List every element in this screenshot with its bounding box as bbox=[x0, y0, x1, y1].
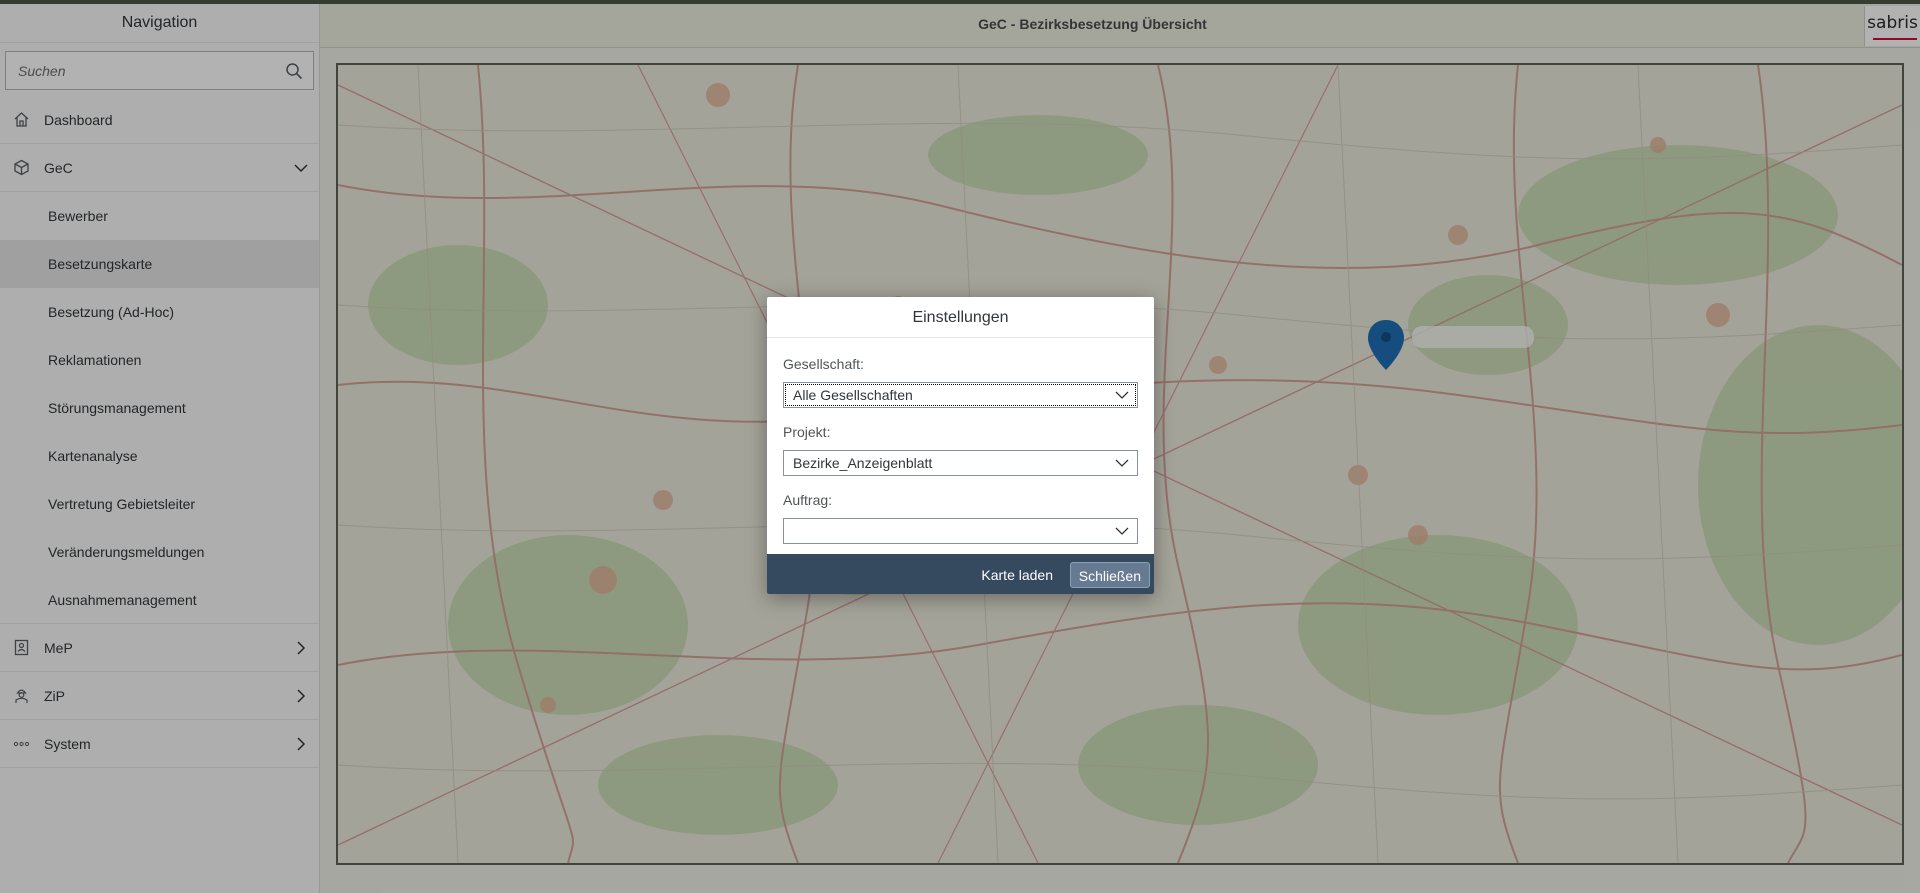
gesellschaft-label: Gesellschaft: bbox=[783, 356, 864, 372]
close-button[interactable]: Schließen bbox=[1069, 562, 1150, 588]
projekt-label: Projekt: bbox=[783, 424, 831, 440]
projekt-select[interactable]: Bezirke_Anzeigenblatt bbox=[783, 450, 1138, 476]
auftrag-label: Auftrag: bbox=[783, 492, 833, 508]
load-map-button[interactable]: Karte laden bbox=[975, 562, 1059, 588]
auftrag-select[interactable] bbox=[783, 518, 1138, 544]
chevron-down-icon[interactable] bbox=[1115, 525, 1129, 537]
settings-dialog: Einstellungen Gesellschaft: Alle Gesells… bbox=[767, 297, 1154, 594]
gesellschaft-select[interactable]: Alle Gesellschaften bbox=[783, 382, 1138, 408]
chevron-down-icon[interactable] bbox=[1115, 389, 1129, 401]
dialog-footer: Karte laden Schließen bbox=[767, 554, 1154, 594]
dialog-body: Gesellschaft: Alle Gesellschaften Projek… bbox=[767, 338, 1154, 544]
projekt-value: Bezirke_Anzeigenblatt bbox=[793, 455, 933, 471]
chevron-down-icon[interactable] bbox=[1115, 457, 1129, 469]
gesellschaft-value: Alle Gesellschaften bbox=[793, 387, 913, 403]
dialog-title: Einstellungen bbox=[767, 297, 1154, 338]
